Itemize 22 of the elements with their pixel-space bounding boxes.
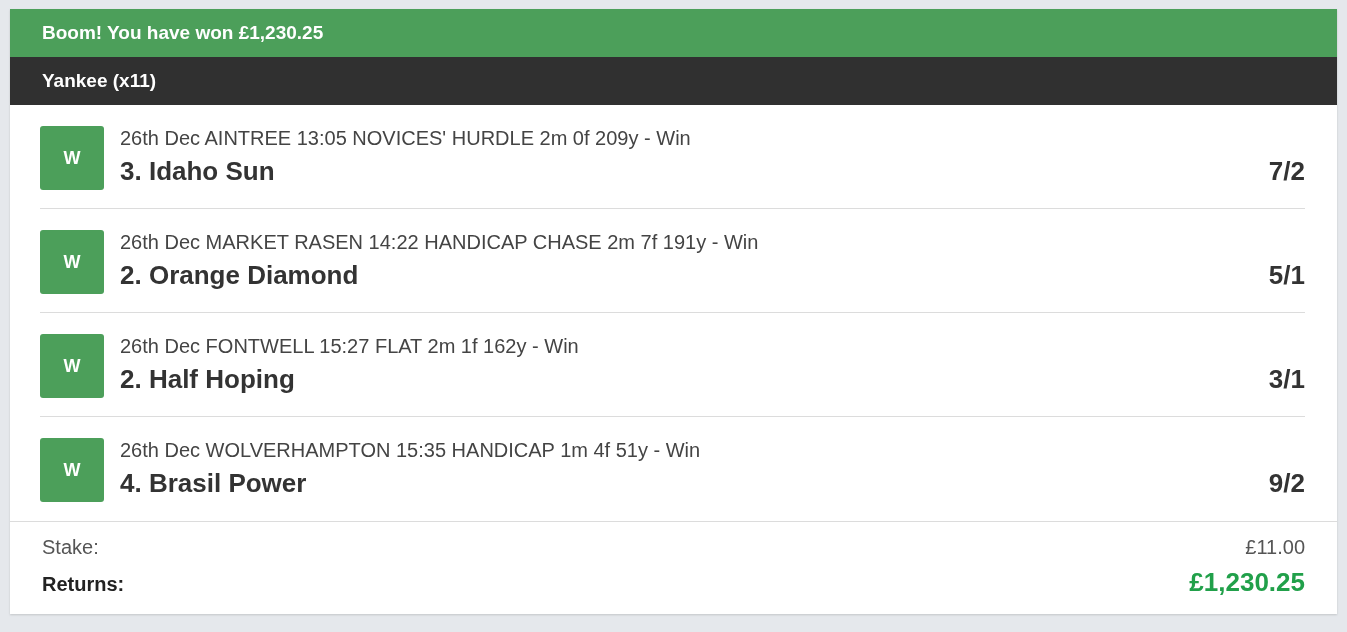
odds: 3/1 — [1268, 364, 1305, 395]
odds: 5/1 — [1268, 260, 1305, 291]
event-details: 26th Dec WOLVERHAMPTON 15:35 HANDICAP 1m 4f 51y - Win — [120, 438, 702, 462]
returns-label: Returns: — [42, 573, 125, 596]
runner-name: 3. Idaho Sun — [120, 156, 275, 187]
runner-name: 2. Orange Diamond — [120, 260, 359, 291]
runner-name: 4. Brasil Power — [120, 468, 307, 499]
odds: 9/2 — [1268, 468, 1305, 499]
result-badge: W — [40, 438, 104, 502]
odds: 7/2 — [1268, 156, 1305, 187]
stake-label: Stake: — [42, 536, 99, 559]
result-badge: W — [40, 334, 104, 398]
result-badge: W — [40, 230, 104, 294]
event-details: 26th Dec MARKET RASEN 14:22 HANDICAP CHASE 2m 7f 191y - Win — [120, 230, 760, 254]
returns-amount: £1,230.25 — [1189, 567, 1305, 598]
stake-amount: £11.00 — [1245, 536, 1305, 559]
result-badge: W — [40, 126, 104, 190]
win-message: Boom! You have won £1,230.25 — [42, 22, 324, 44]
runner-name: 2. Half Hoping — [120, 364, 295, 395]
event-details: 26th Dec FONTWELL 15:27 FLAT 2m 1f 162y - Win — [120, 334, 580, 358]
bet-type-title: Yankee (x11) — [42, 70, 157, 92]
event-details: 26th Dec AINTREE 13:05 NOVICES' HURDLE 2m 0f 209y - Win — [120, 126, 692, 150]
